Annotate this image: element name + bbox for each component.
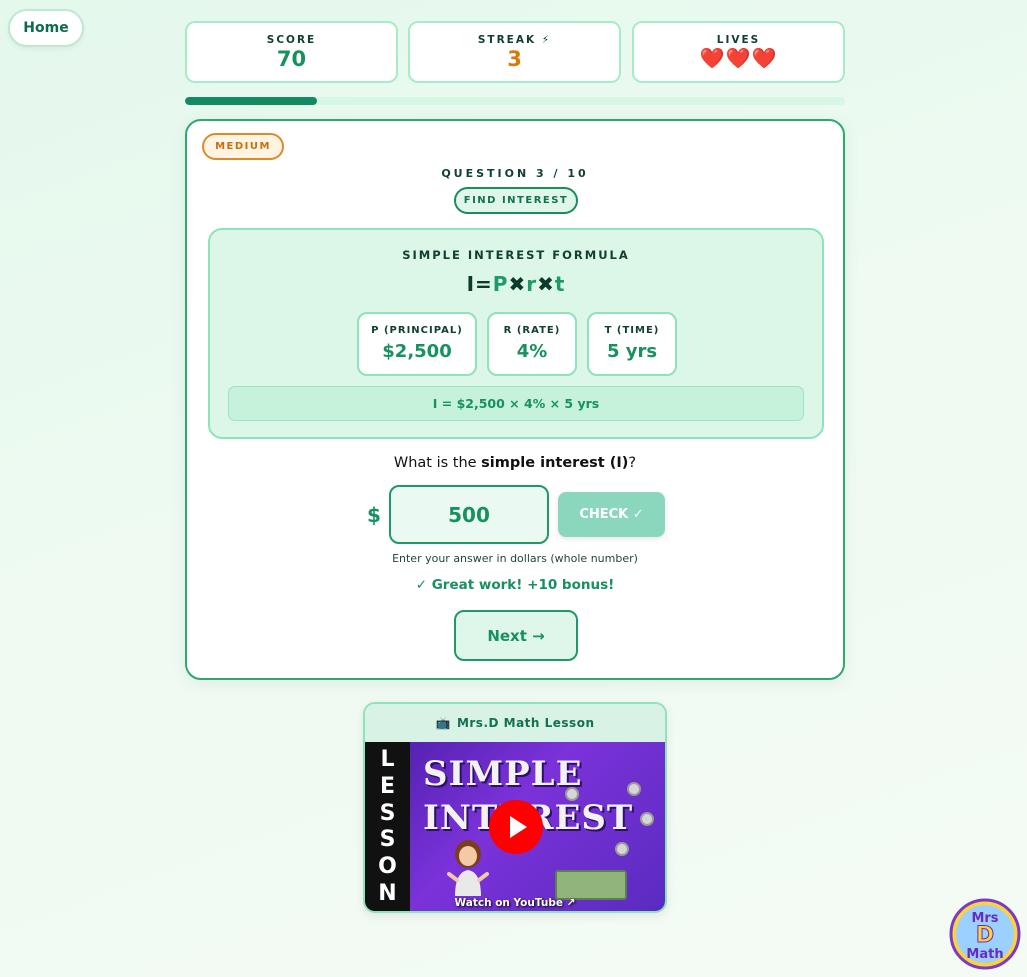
thumbnail-lesson-strip: L E S S O N (365, 742, 410, 911)
lesson-letter: E (379, 773, 396, 799)
time-value: 5 yrs (606, 341, 658, 362)
difficulty-badge: MEDIUM (202, 133, 284, 160)
currency-symbol: $ (367, 503, 381, 527)
lives-hearts-icon: ❤️❤️❤️ (699, 46, 778, 70)
rate-label: R (RATE) (503, 325, 561, 336)
thumbnail-title-1: SIMPLE (423, 754, 583, 794)
quiz-progress-fill (185, 97, 317, 105)
video-lesson-card[interactable]: 📺 Mrs.D Math Lesson L E S S O N SIMPLE I… (363, 702, 667, 913)
formula-title: SIMPLE INTEREST FORMULA (402, 248, 630, 262)
mrs-d-math-logo: Mrs D Math (949, 898, 1021, 970)
rate-box: R (RATE) 4% (487, 312, 577, 376)
principal-label: P (PRINCIPAL) (371, 325, 463, 336)
formula-i: I (466, 272, 476, 296)
lives-card: LIVES ❤️❤️❤️ (632, 21, 845, 83)
formula-times-icon: ✖ (537, 272, 555, 296)
answer-input[interactable] (389, 485, 549, 544)
question-card: MEDIUM QUESTION 3 / 10 FIND INTEREST SIM… (185, 119, 845, 680)
coin-icon (640, 812, 654, 826)
score-label: SCORE (266, 34, 317, 46)
formula-t: t (554, 272, 566, 296)
rate-value: 4% (516, 341, 548, 362)
question-bold: simple interest (I) (481, 455, 629, 471)
formula-times-icon: ✖ (508, 272, 527, 296)
question-text: What is the simple interest (I)? (187, 455, 843, 471)
play-icon[interactable] (489, 800, 543, 854)
formula-equals: = (475, 272, 493, 296)
video-thumbnail[interactable]: L E S S O N SIMPLE INTEREST Watch on You… (365, 742, 665, 911)
streak-value: 3 (507, 47, 522, 71)
check-button[interactable]: CHECK ✓ (558, 492, 665, 537)
coin-icon (565, 787, 579, 801)
lives-label: LIVES (716, 34, 761, 46)
lesson-letter: S (379, 827, 396, 853)
home-button[interactable]: Home (8, 9, 84, 47)
money-stack-icon (555, 870, 627, 900)
formula-substitution: I = $2,500 × 4% × 5 yrs (228, 386, 804, 421)
formula-r: r (526, 272, 538, 296)
coin-icon (627, 782, 641, 796)
principal-value: $2,500 (382, 341, 452, 362)
logo-line-3: Math (966, 947, 1003, 962)
next-button[interactable]: Next → (454, 610, 578, 661)
question-type-pill: FIND INTEREST (454, 187, 578, 214)
answer-hint: Enter your answer in dollars (whole numb… (392, 552, 638, 565)
video-header: 📺 Mrs.D Math Lesson (365, 704, 665, 742)
formula-panel: SIMPLE INTEREST FORMULA I=P✖r✖t P (PRINC… (208, 228, 824, 439)
watch-on-youtube-link[interactable]: Watch on YouTube ↗ (365, 897, 665, 909)
video-header-title: Mrs.D Math Lesson (456, 716, 595, 730)
quiz-progress-bar (185, 97, 845, 105)
formula-equation: I=P✖r✖t (210, 272, 822, 296)
streak-label: STREAK ⚡ (477, 34, 552, 46)
question-suffix: ? (628, 455, 637, 471)
coin-icon (615, 842, 629, 856)
avatar-icon (447, 840, 489, 896)
question-counter: QUESTION 3 / 10 (441, 167, 589, 180)
formula-p: P (492, 272, 509, 296)
logo-line-2: D (976, 923, 994, 948)
principal-box: P (PRINCIPAL) $2,500 (357, 312, 477, 376)
question-prefix: What is the (393, 455, 482, 471)
score-value: 70 (276, 47, 307, 71)
streak-card: STREAK ⚡ 3 (408, 21, 621, 83)
time-label: T (TIME) (604, 325, 660, 336)
lesson-letter: L (380, 746, 395, 772)
score-card: SCORE 70 (185, 21, 398, 83)
time-box: T (TIME) 5 yrs (587, 312, 677, 376)
tv-icon: 📺 (435, 716, 451, 730)
feedback-message: ✓ Great work! +10 bonus! (415, 577, 615, 593)
lesson-letter: O (378, 854, 397, 880)
lesson-letter: S (379, 800, 396, 826)
